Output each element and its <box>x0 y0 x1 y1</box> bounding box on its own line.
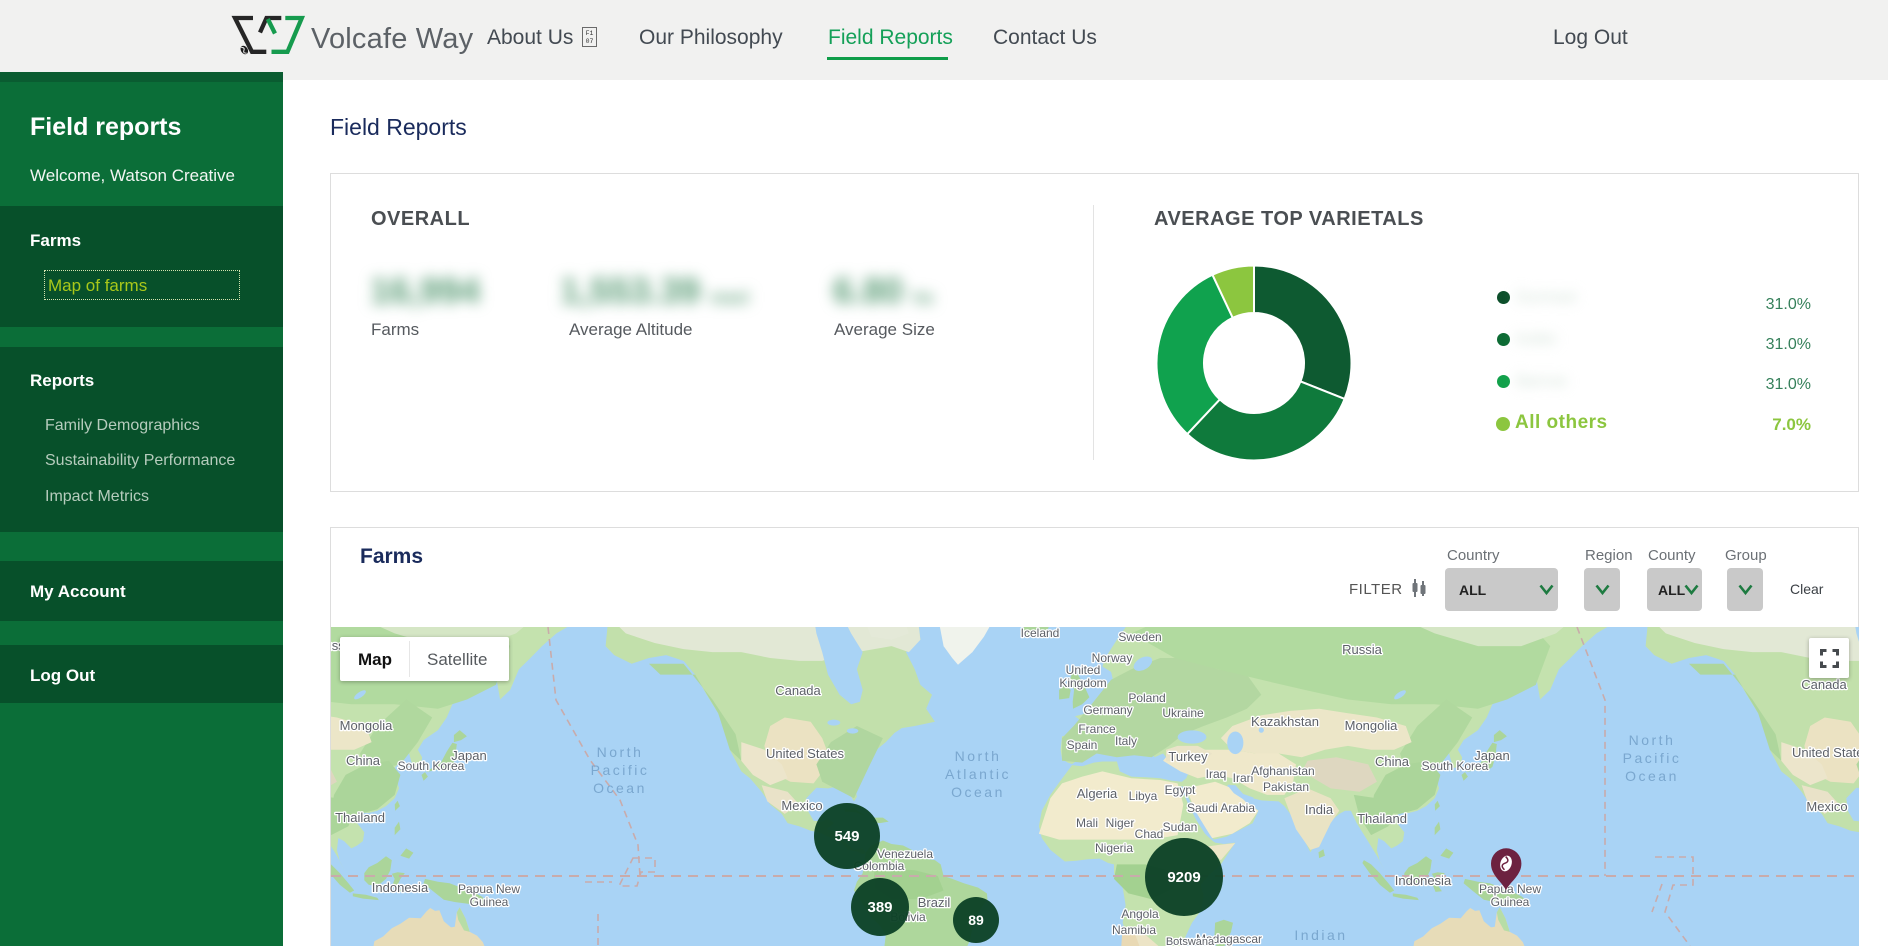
svg-text:Thailand: Thailand <box>335 810 385 825</box>
svg-text:89: 89 <box>968 912 984 928</box>
svg-text:9209: 9209 <box>1167 869 1200 886</box>
svg-text:Canada: Canada <box>1801 677 1847 692</box>
svg-text:Libya: Libya <box>1129 789 1158 803</box>
svg-text:Ocean: Ocean <box>1625 768 1679 784</box>
svg-text:Canada: Canada <box>775 683 821 698</box>
svg-text:Iran: Iran <box>1233 771 1254 785</box>
svg-text:Indian: Indian <box>1294 927 1347 943</box>
svg-text:Kingdom: Kingdom <box>1059 676 1106 690</box>
svg-text:Pakistan: Pakistan <box>1263 780 1309 794</box>
svg-text:North: North <box>1629 732 1676 748</box>
svg-text:Namibia: Namibia <box>1112 923 1156 937</box>
svg-text:Mali: Mali <box>1076 816 1098 830</box>
svg-text:United States: United States <box>766 746 845 761</box>
svg-text:Pacific: Pacific <box>591 762 650 778</box>
svg-text:Niger: Niger <box>1106 816 1135 830</box>
svg-text:South Korea: South Korea <box>1422 759 1489 773</box>
svg-text:Chad: Chad <box>1135 827 1164 841</box>
svg-text:Indonesia: Indonesia <box>1395 873 1452 888</box>
svg-text:Germany: Germany <box>1083 703 1132 717</box>
svg-text:Brazil: Brazil <box>918 895 951 910</box>
svg-text:India: India <box>1305 802 1334 817</box>
svg-text:Botswana: Botswana <box>1166 936 1215 946</box>
svg-text:North: North <box>955 748 1002 764</box>
svg-text:Mongolia: Mongolia <box>1345 718 1399 733</box>
svg-text:Mexico: Mexico <box>1806 799 1847 814</box>
svg-text:Sudan: Sudan <box>1163 820 1198 834</box>
svg-text:Iceland: Iceland <box>1021 627 1060 640</box>
svg-text:Italy: Italy <box>1115 734 1137 748</box>
svg-text:North: North <box>597 744 644 760</box>
svg-text:Russia: Russia <box>1342 642 1383 657</box>
svg-text:Iraq: Iraq <box>1206 767 1227 781</box>
svg-text:Papua New: Papua New <box>458 882 520 896</box>
svg-text:Mexico: Mexico <box>781 798 822 813</box>
svg-text:Afghanistan: Afghanistan <box>1251 764 1314 778</box>
svg-text:United: United <box>1066 663 1101 677</box>
svg-text:389: 389 <box>867 899 892 916</box>
svg-text:Mongolia: Mongolia <box>340 718 394 733</box>
svg-text:Kazakhstan: Kazakhstan <box>1251 714 1319 729</box>
svg-text:Turkey: Turkey <box>1168 749 1208 764</box>
svg-text:France: France <box>1078 722 1116 736</box>
svg-text:United States: United States <box>1792 745 1859 760</box>
svg-text:Sweden: Sweden <box>1118 630 1161 644</box>
svg-text:Indonesia: Indonesia <box>372 880 429 895</box>
svg-text:Algeria: Algeria <box>1077 786 1118 801</box>
svg-text:Spain: Spain <box>1067 738 1098 752</box>
svg-text:China: China <box>346 753 381 768</box>
svg-text:Atlantic: Atlantic <box>945 766 1011 782</box>
svg-text:Guinea: Guinea <box>1491 895 1530 909</box>
svg-text:Pacific: Pacific <box>1623 750 1682 766</box>
svg-text:Ocean: Ocean <box>593 780 647 796</box>
svg-text:549: 549 <box>834 828 859 845</box>
svg-text:Guinea: Guinea <box>470 895 509 909</box>
svg-text:China: China <box>1375 754 1410 769</box>
svg-text:Angola: Angola <box>1121 907 1159 921</box>
svg-text:Thailand: Thailand <box>1357 811 1407 826</box>
svg-text:South Korea: South Korea <box>398 759 465 773</box>
svg-text:Saudi Arabia: Saudi Arabia <box>1187 801 1255 815</box>
svg-text:Ocean: Ocean <box>951 784 1005 800</box>
svg-text:Nigeria: Nigeria <box>1095 841 1133 855</box>
svg-text:Ukraine: Ukraine <box>1162 706 1204 720</box>
svg-text:Poland: Poland <box>1128 691 1165 705</box>
svg-text:Egypt: Egypt <box>1165 783 1196 797</box>
